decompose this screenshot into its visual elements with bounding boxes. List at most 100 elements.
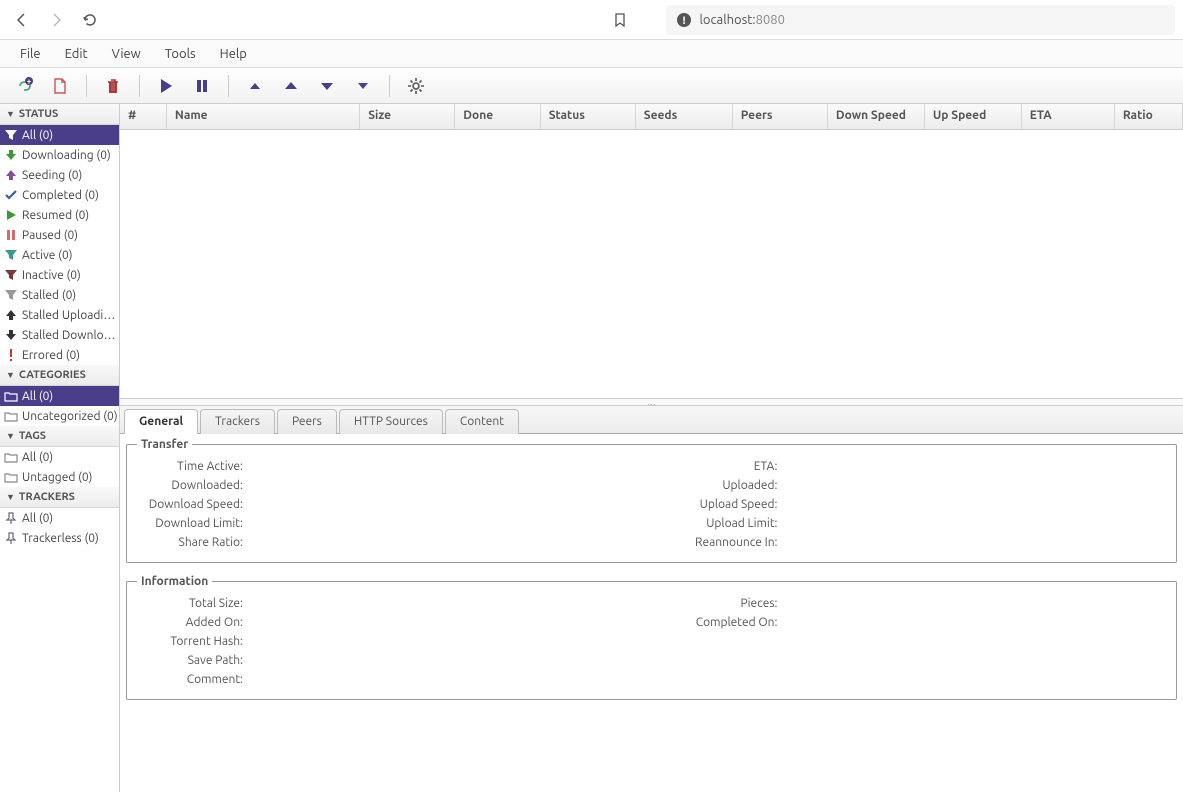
settings-button[interactable] [400, 72, 432, 100]
menu-help[interactable]: Help [208, 43, 259, 65]
detail-body: Transfer Time Active:ETA:Downloaded:Uplo… [120, 434, 1183, 792]
reload-button[interactable] [76, 6, 104, 34]
splitter[interactable]: … [120, 398, 1183, 406]
menu-edit[interactable]: Edit [53, 43, 100, 65]
sidebar-item[interactable]: All (0) [0, 508, 119, 528]
add-link-button[interactable]: + [8, 72, 40, 100]
sidebar-item-label: Seeding (0) [22, 169, 82, 182]
info-value [782, 495, 1167, 514]
information-fieldset: Information Total Size:Pieces:Added On:C… [126, 575, 1177, 700]
menu-file[interactable]: File [8, 43, 53, 65]
sidebar-item-label: All (0) [22, 512, 53, 525]
sidebar-item[interactable]: Completed (0) [0, 185, 119, 205]
column-header[interactable]: Peers [733, 104, 828, 129]
sidebar-item[interactable]: Errored (0) [0, 345, 119, 365]
column-header[interactable]: Name [167, 104, 360, 129]
sidebar-header-tags[interactable]: ▼TAGS [0, 426, 119, 447]
sidebar-item[interactable]: All (0) [0, 386, 119, 406]
tab-trackers[interactable]: Trackers [200, 409, 275, 434]
info-value [247, 613, 632, 632]
sidebar-item-label: All (0) [22, 390, 53, 403]
torrent-list[interactable] [120, 130, 1183, 398]
info-label: Pieces: [632, 594, 782, 613]
sidebar-item[interactable]: Resumed (0) [0, 205, 119, 225]
column-header[interactable]: Size [360, 104, 455, 129]
arrow-up-purple-icon [4, 168, 18, 182]
column-header[interactable]: Seeds [636, 104, 733, 129]
info-label: Torrent Hash: [137, 632, 247, 651]
sidebar-item[interactable]: Seeding (0) [0, 165, 119, 185]
resume-button[interactable] [150, 72, 182, 100]
sidebar-item-label: Resumed (0) [22, 209, 89, 222]
sidebar-header-trackers[interactable]: ▼TRACKERS [0, 487, 119, 508]
sidebar-item-label: All (0) [22, 129, 53, 142]
sidebar-item-label: Trackerless (0) [22, 532, 99, 545]
arrow-down-green-icon [4, 148, 18, 162]
forward-button[interactable] [42, 6, 70, 34]
column-header[interactable]: Done [455, 104, 540, 129]
bang-red-icon [4, 348, 18, 362]
info-value [782, 651, 1167, 670]
delete-button[interactable] [97, 72, 129, 100]
info-value [782, 533, 1167, 552]
tab-content[interactable]: Content [445, 409, 519, 434]
info-label: Time Active: [137, 457, 247, 476]
filter-yellow-icon [4, 128, 18, 142]
folder-icon [4, 450, 18, 464]
tab-general[interactable]: General [124, 409, 198, 434]
move-top-button[interactable] [239, 72, 271, 100]
sidebar-item-label: Untagged (0) [22, 471, 92, 484]
info-value [247, 457, 632, 476]
sidebar-item-label: Stalled Uploadi… [22, 309, 115, 322]
sidebar-header-status[interactable]: ▼STATUS [0, 104, 119, 125]
sidebar-item[interactable]: Downloading (0) [0, 145, 119, 165]
move-bottom-button[interactable] [347, 72, 379, 100]
add-file-button[interactable] [44, 72, 76, 100]
move-down-button[interactable] [311, 72, 343, 100]
transfer-legend: Transfer [137, 438, 192, 451]
info-value [782, 476, 1167, 495]
info-label: Reannounce In: [632, 533, 782, 552]
sidebar-item[interactable]: Stalled Uploadi… [0, 305, 119, 325]
detail-tabs: GeneralTrackersPeersHTTP SourcesContent [120, 406, 1183, 434]
address-bar[interactable]: ! localhost:8080 [666, 5, 1176, 35]
sidebar-item-label: Downloading (0) [22, 149, 111, 162]
move-up-button[interactable] [275, 72, 307, 100]
column-header[interactable]: ETA [1022, 104, 1115, 129]
column-header[interactable]: # [120, 104, 167, 129]
pause-button[interactable] [186, 72, 218, 100]
tab-http-sources[interactable]: HTTP Sources [339, 409, 443, 434]
column-header[interactable]: Status [541, 104, 636, 129]
info-label [632, 651, 782, 670]
svg-text:!: ! [682, 15, 685, 27]
bookmark-button[interactable] [606, 6, 634, 34]
pause-red-icon [4, 228, 18, 242]
info-label: Download Limit: [137, 514, 247, 533]
sidebar-item[interactable]: All (0) [0, 447, 119, 467]
tab-peers[interactable]: Peers [277, 409, 337, 434]
sidebar-header-categories[interactable]: ▼CATEGORIES [0, 365, 119, 386]
info-label: Comment: [137, 670, 247, 689]
sidebar-item[interactable]: Active (0) [0, 245, 119, 265]
menu-view[interactable]: View [100, 43, 153, 65]
sidebar-item[interactable]: Paused (0) [0, 225, 119, 245]
column-header[interactable]: Ratio [1115, 104, 1183, 129]
sidebar-item[interactable]: Untagged (0) [0, 467, 119, 487]
info-value [247, 514, 632, 533]
column-header[interactable]: Up Speed [925, 104, 1022, 129]
pin-icon [4, 511, 18, 525]
sidebar-item[interactable]: Stalled (0) [0, 285, 119, 305]
back-button[interactable] [8, 6, 36, 34]
sidebar-item[interactable]: Uncategorized (0) [0, 406, 119, 426]
info-label: Completed On: [632, 613, 782, 632]
sidebar-item-label: Paused (0) [22, 229, 78, 242]
sidebar-item[interactable]: Inactive (0) [0, 265, 119, 285]
filter-gray-icon [4, 288, 18, 302]
info-value [247, 476, 632, 495]
column-header[interactable]: Down Speed [828, 104, 925, 129]
sidebar-item-label: Errored (0) [22, 349, 80, 362]
sidebar-item[interactable]: Trackerless (0) [0, 528, 119, 548]
sidebar-item[interactable]: Stalled Downlo… [0, 325, 119, 345]
sidebar-item[interactable]: All (0) [0, 125, 119, 145]
menu-tools[interactable]: Tools [153, 43, 208, 65]
